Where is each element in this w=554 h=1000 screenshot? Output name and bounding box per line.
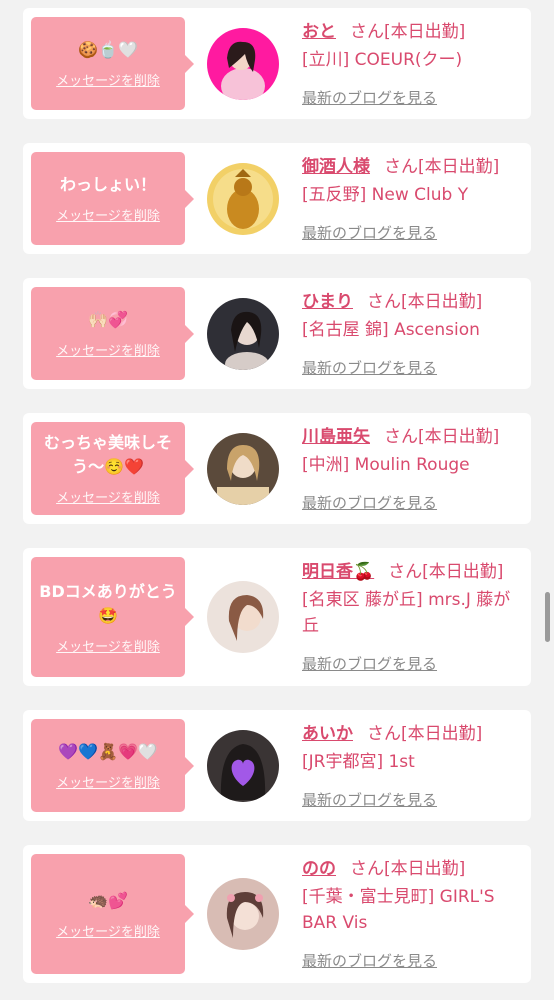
avatar[interactable] — [207, 730, 279, 802]
message-text: 🍪🍵🤍 — [78, 40, 138, 59]
cast-name-link[interactable]: 御酒人様 — [302, 157, 370, 177]
shop-name: [名東区 藤が丘] mrs.J 藤が丘 — [302, 590, 511, 636]
avatar-image — [207, 163, 279, 235]
message-text: むっちゃ美味しそう〜☺️❤️ — [43, 433, 172, 476]
message-bubble: むっちゃ美味しそう〜☺️❤️ メッセージを削除 — [31, 422, 194, 515]
cast-name-link[interactable]: 明日香🍒 — [302, 562, 374, 582]
avatar-image — [207, 730, 279, 802]
latest-blog-link[interactable]: 最新のブログを見る — [302, 492, 437, 513]
avatar-image — [207, 878, 279, 950]
cast-info: 御酒人様 さん[本日出勤] [五反野] New Club Y 最新のブログを見る — [302, 154, 524, 243]
latest-blog-link[interactable]: 最新のブログを見る — [302, 357, 437, 378]
delete-message-link[interactable]: メッセージを削除 — [56, 340, 160, 359]
shop-name: [中洲] Moulin Rouge — [302, 455, 470, 475]
list-item: わっしょい！ メッセージを削除 御酒人様 さん[本日出勤] [五反野] New C… — [23, 143, 531, 254]
latest-blog-link[interactable]: 最新のブログを見る — [302, 653, 437, 674]
list-item: BDコメありがとう🤩 メッセージを削除 明日香🍒 さん[本日出勤] [名東区 藤が… — [23, 548, 531, 686]
cast-status: さん[本日出勤] — [350, 859, 466, 879]
avatar-image — [207, 298, 279, 370]
delete-message-link[interactable]: メッセージを削除 — [56, 921, 160, 940]
avatar-image — [207, 433, 279, 505]
cast-name-link[interactable]: 川島亜矢 — [302, 427, 370, 447]
name-line: 明日香🍒 さん[本日出勤] — [302, 559, 524, 585]
latest-blog-link[interactable]: 最新のブログを見る — [302, 87, 437, 108]
cast-name-link[interactable]: おと — [302, 22, 336, 42]
cast-status: さん[本日出勤] — [384, 427, 500, 447]
message-bubble: 🙌🏻💞 メッセージを削除 — [31, 287, 194, 380]
message-text: わっしょい！ — [59, 175, 156, 194]
cast-info: あいか さん[本日出勤] [JR宇都宮] 1st 最新のブログを見る — [302, 721, 524, 810]
cast-status: さん[本日出勤] — [367, 292, 483, 312]
list-item: 🙌🏻💞 メッセージを削除 ひまり さん[本日出勤] [名古屋 錦] Ascensi… — [23, 278, 531, 389]
avatar[interactable] — [207, 28, 279, 100]
name-line: のの さん[本日出勤] — [302, 856, 524, 882]
message-bubble: 🍪🍵🤍 メッセージを削除 — [31, 17, 194, 110]
list-item: 🦔💕 メッセージを削除 のの さん[本日出勤] [千葉・富士見町] GIRL'S … — [23, 845, 531, 983]
message-text: 🙌🏻💞 — [88, 310, 128, 329]
message-text: 💜💙🧸💗🤍 — [58, 742, 158, 761]
delete-message-link[interactable]: メッセージを削除 — [56, 205, 160, 224]
name-line: あいか さん[本日出勤] — [302, 721, 524, 747]
list-item: 💜💙🧸💗🤍 メッセージを削除 あいか さん[本日出勤] [JR宇都宮] 1st 最… — [23, 710, 531, 821]
delete-message-link[interactable]: メッセージを削除 — [56, 772, 160, 791]
cast-name-link[interactable]: あいか — [302, 724, 353, 744]
message-bubble: BDコメありがとう🤩 メッセージを削除 — [31, 557, 194, 677]
cast-info: のの さん[本日出勤] [千葉・富士見町] GIRL'S BAR Vis 最新のブ… — [302, 856, 524, 971]
avatar-image — [207, 28, 279, 100]
cast-status: さん[本日出勤] — [367, 724, 483, 744]
latest-blog-link[interactable]: 最新のブログを見る — [302, 789, 437, 810]
delete-message-link[interactable]: メッセージを削除 — [56, 636, 160, 655]
cast-info: ひまり さん[本日出勤] [名古屋 錦] Ascension 最新のブログを見る — [302, 289, 524, 378]
message-bubble: わっしょい！ メッセージを削除 — [31, 152, 194, 245]
cast-status: さん[本日出勤] — [388, 562, 504, 582]
shop-name: [立川] COEUR(クー) — [302, 50, 463, 70]
avatar[interactable] — [207, 878, 279, 950]
latest-blog-link[interactable]: 最新のブログを見る — [302, 950, 437, 971]
delete-message-link[interactable]: メッセージを削除 — [56, 70, 160, 89]
message-text: 🦔💕 — [88, 890, 128, 910]
cast-status: さん[本日出勤] — [350, 22, 466, 42]
shop-name: [名古屋 錦] Ascension — [302, 320, 480, 340]
avatar[interactable] — [207, 298, 279, 370]
message-bubble: 🦔💕 メッセージを削除 — [31, 854, 194, 974]
cast-info: おと さん[本日出勤] [立川] COEUR(クー) 最新のブログを見る — [302, 19, 524, 108]
cast-name-link[interactable]: ひまり — [302, 292, 353, 312]
avatar-image — [207, 581, 279, 653]
avatar[interactable] — [207, 581, 279, 653]
list-item: むっちゃ美味しそう〜☺️❤️ メッセージを削除 川島亜矢 さん[本日出勤] [中洲… — [23, 413, 531, 524]
message-bubble: 💜💙🧸💗🤍 メッセージを削除 — [31, 719, 194, 812]
shop-name: [千葉・富士見町] GIRL'S BAR Vis — [302, 887, 495, 933]
list-item: 🍪🍵🤍 メッセージを削除 おと さん[本日出勤] [立川] COEUR(クー) 最… — [23, 8, 531, 119]
cast-name-link[interactable]: のの — [302, 859, 336, 879]
name-line: 御酒人様 さん[本日出勤] — [302, 154, 524, 180]
cast-info: 明日香🍒 さん[本日出勤] [名東区 藤が丘] mrs.J 藤が丘 最新のブログを… — [302, 559, 524, 674]
name-line: ひまり さん[本日出勤] — [302, 289, 524, 315]
avatar[interactable] — [207, 163, 279, 235]
shop-name: [JR宇都宮] 1st — [302, 752, 415, 772]
message-text: BDコメありがとう🤩 — [39, 581, 177, 625]
scrollbar[interactable] — [545, 592, 550, 642]
shop-name: [五反野] New Club Y — [302, 185, 469, 205]
name-line: おと さん[本日出勤] — [302, 19, 524, 45]
delete-message-link[interactable]: メッセージを削除 — [56, 487, 160, 506]
avatar[interactable] — [207, 433, 279, 505]
name-line: 川島亜矢 さん[本日出勤] — [302, 424, 524, 450]
cast-status: さん[本日出勤] — [384, 157, 500, 177]
latest-blog-link[interactable]: 最新のブログを見る — [302, 222, 437, 243]
cast-info: 川島亜矢 さん[本日出勤] [中洲] Moulin Rouge 最新のブログを見る — [302, 424, 524, 513]
